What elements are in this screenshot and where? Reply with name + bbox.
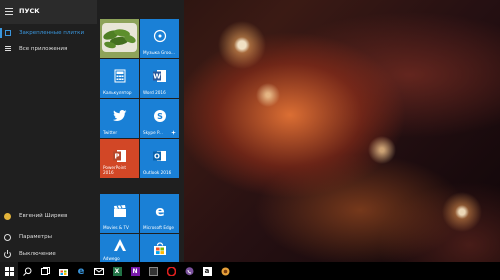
- tile-powerpoint-label: PowerPoint 2016: [103, 165, 127, 175]
- store-icon: [58, 268, 68, 276]
- tile-twitter[interactable]: Twitter: [100, 99, 139, 138]
- tile-outlook[interactable]: O Outlook 2016: [140, 139, 179, 178]
- settings-label: Параметры: [19, 234, 52, 240]
- amazon-icon: a: [202, 266, 212, 276]
- taskbar-store[interactable]: [54, 262, 72, 280]
- power-label: Выключение: [19, 251, 56, 257]
- tile-skype-label: Skype P...: [143, 130, 163, 135]
- user-account[interactable]: Евгений Ширяев: [0, 208, 97, 224]
- tile-movies-label: Movies & TV: [103, 225, 129, 230]
- skype-icon: S: [153, 109, 166, 122]
- user-name: Евгений Ширяев: [19, 213, 68, 219]
- nav-pinned-tiles[interactable]: Закрепленные плитки: [0, 25, 97, 41]
- taskbar-terminal[interactable]: [144, 262, 162, 280]
- nav-pinned-tiles-label: Закрепленные плитки: [19, 30, 85, 36]
- svg-text:S: S: [157, 112, 163, 121]
- tile-music-label: Музыка Groo...: [143, 50, 175, 55]
- nav-all-apps-label: Все приложения: [19, 46, 68, 52]
- taskbar-mail[interactable]: [90, 262, 108, 280]
- music-disc-icon: [153, 29, 166, 42]
- svg-text:O: O: [154, 152, 160, 160]
- start-menu: ПУСК Закрепленные плитки Все приложения …: [0, 0, 184, 262]
- task-view-icon: [40, 267, 50, 275]
- taskbar-amazon[interactable]: a: [198, 262, 216, 280]
- gear-icon: [4, 233, 11, 241]
- photo-cucumbers-icon: [100, 19, 139, 58]
- tile-outlook-label: Outlook 2016: [143, 170, 172, 175]
- nav-all-apps[interactable]: Все приложения: [0, 41, 97, 57]
- tile-photos[interactable]: [100, 19, 139, 58]
- taskbar-opera[interactable]: [162, 262, 180, 280]
- word-icon: W: [152, 69, 166, 82]
- taskbar-pdf[interactable]: [216, 262, 234, 280]
- outlook-icon: O: [152, 150, 166, 161]
- svg-text:e: e: [155, 204, 165, 218]
- tile-word-label: Word 2016: [143, 90, 166, 95]
- svg-text:W: W: [153, 72, 161, 80]
- tile-adobe[interactable]: Adwego: [100, 234, 139, 262]
- task-view-button[interactable]: [36, 262, 54, 280]
- power-icon: [4, 249, 11, 258]
- all-apps-icon: [5, 46, 11, 52]
- start-icon: [4, 266, 14, 276]
- start-button[interactable]: [0, 262, 18, 280]
- tile-twitter-label: Twitter: [103, 130, 118, 135]
- tile-store[interactable]: [140, 234, 179, 262]
- store-bag-icon: [153, 242, 166, 256]
- tile-music[interactable]: Музыка Groo...: [140, 19, 179, 58]
- movies-clapper-icon: [113, 204, 126, 217]
- taskbar-edge[interactable]: e: [72, 262, 90, 280]
- opera-icon: [166, 266, 176, 276]
- taskbar-onenote[interactable]: N: [126, 262, 144, 280]
- start-left-column: ПУСК Закрепленные плитки Все приложения …: [0, 0, 97, 262]
- adobe-app-icon: [113, 238, 126, 251]
- tile-skype[interactable]: S Skype P...: [140, 99, 179, 138]
- onenote-icon: N: [130, 266, 140, 276]
- twitter-bird-icon: [112, 109, 126, 121]
- excel-icon: X: [112, 266, 122, 276]
- settings-item[interactable]: Параметры: [0, 229, 97, 245]
- tile-word[interactable]: W Word 2016: [140, 59, 179, 98]
- hamburger-icon[interactable]: [5, 8, 13, 15]
- tile-edge[interactable]: e Microsoft Edge: [140, 194, 179, 233]
- terminal-icon: [148, 266, 158, 276]
- calculator-icon: [114, 69, 125, 83]
- tile-calculator-label: Калькулятор: [103, 90, 132, 95]
- tile-movies[interactable]: Movies & TV: [100, 194, 139, 233]
- edge-icon: e: [77, 265, 85, 277]
- taskbar: e X N a: [0, 262, 500, 280]
- start-title: ПУСК: [19, 7, 40, 15]
- search-icon: [22, 267, 31, 276]
- avatar: [4, 212, 11, 220]
- tile-calculator[interactable]: Калькулятор: [100, 59, 139, 98]
- tile-adobe-label: Adwego: [103, 256, 120, 261]
- tile-edge-label: Microsoft Edge: [143, 225, 174, 230]
- taskbar-viber[interactable]: [180, 262, 198, 280]
- edge-icon: e: [155, 204, 165, 218]
- taskbar-excel[interactable]: X: [108, 262, 126, 280]
- mail-icon: [94, 267, 104, 275]
- pinned-tiles-icon: [5, 30, 11, 36]
- power-item[interactable]: Выключение: [0, 246, 97, 262]
- svg-text:P: P: [114, 152, 119, 160]
- powerpoint-icon: P: [112, 149, 126, 162]
- start-header: ПУСК: [0, 0, 97, 24]
- search-button[interactable]: [18, 262, 36, 280]
- viber-icon: [185, 266, 193, 275]
- tile-powerpoint[interactable]: P PowerPoint 2016: [100, 139, 139, 178]
- pdf-icon: [221, 267, 229, 275]
